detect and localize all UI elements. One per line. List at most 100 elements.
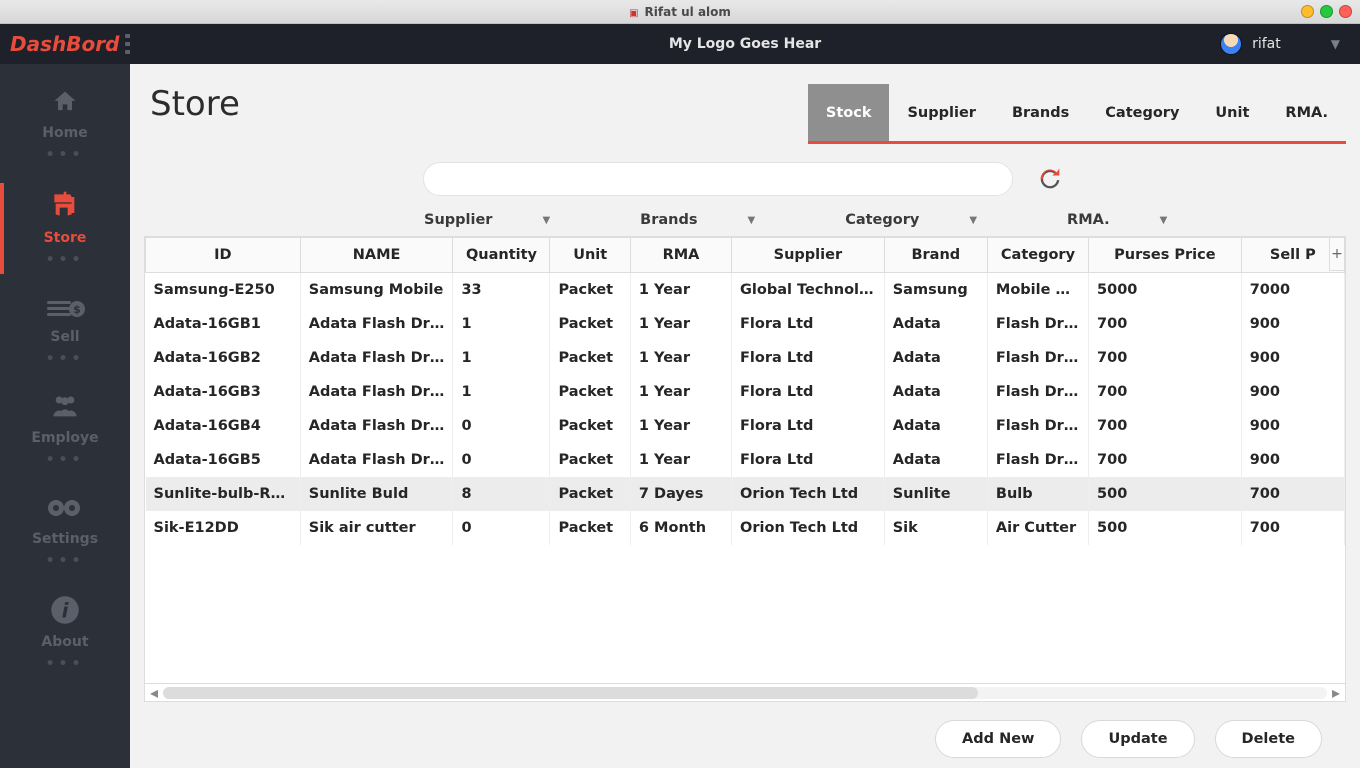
cell-unit: Packet (550, 273, 630, 308)
user-menu[interactable]: rifat ▼ (1220, 33, 1340, 55)
delete-button[interactable]: Delete (1215, 720, 1322, 758)
close-button[interactable] (1339, 5, 1352, 18)
cell-pp: 700 (1089, 443, 1242, 477)
cell-sup: Global Technolog... (732, 273, 885, 308)
chevron-down-icon: ▼ (542, 215, 550, 226)
cell-brand: Adata (884, 341, 987, 375)
cell-brand: Sik (884, 511, 987, 545)
cell-id: Sik-E12DD (146, 511, 301, 545)
table-row[interactable]: Adata-16GB1Adata Flash Driv...1Packet1 Y… (146, 307, 1345, 341)
cell-unit: Packet (550, 511, 630, 545)
cell-cat: Bulb (987, 477, 1088, 511)
cell-sup: Flora Ltd (732, 307, 885, 341)
avatar (1220, 33, 1242, 55)
svg-text:$: $ (73, 303, 81, 316)
filter-category[interactable]: Category▼ (845, 212, 977, 228)
minimize-button[interactable] (1301, 5, 1314, 18)
filter-brands[interactable]: Brands▼ (640, 212, 755, 228)
table-row[interactable]: Adata-16GB4Adata Flash Driv...0Packet1 Y… (146, 409, 1345, 443)
cell-id: Sunlite-bulb-R451 (146, 477, 301, 511)
cell-cat: Flash Drive (987, 375, 1088, 409)
chevron-down-icon: ▼ (1331, 37, 1340, 51)
cell-rma: 1 Year (630, 307, 731, 341)
cell-rma: 1 Year (630, 375, 731, 409)
search-input[interactable] (423, 162, 1013, 196)
cell-qty: 8 (453, 477, 550, 511)
tab-rma[interactable]: RMA. (1267, 84, 1346, 141)
sidebar-item-settings[interactable]: Settings ••• (0, 488, 130, 575)
cell-pp: 700 (1089, 375, 1242, 409)
column-header[interactable]: Quantity (453, 238, 550, 273)
cell-sp: 900 (1241, 307, 1344, 341)
cell-rma: 7 Dayes (630, 477, 731, 511)
cell-rma: 1 Year (630, 443, 731, 477)
horizontal-scrollbar[interactable]: ◂ ▸ (144, 684, 1346, 702)
sidebar-item-sell[interactable]: $ Sell ••• (0, 288, 130, 373)
cell-name: Adata Flash Driv... (300, 307, 453, 341)
tab-brands[interactable]: Brands (994, 84, 1087, 141)
tab-supplier[interactable]: Supplier (889, 84, 993, 141)
tab-unit[interactable]: Unit (1197, 84, 1267, 141)
cell-name: Adata Flash Driv... (300, 341, 453, 375)
table-row[interactable]: Adata-16GB2Adata Flash Driv...1Packet1 Y… (146, 341, 1345, 375)
chevron-down-icon: ▼ (969, 215, 977, 226)
column-header[interactable]: Purses Price (1089, 238, 1242, 273)
sidebar-item-home[interactable]: Home ••• (0, 82, 130, 169)
cell-brand: Sunlite (884, 477, 987, 511)
svg-text:i: i (62, 599, 70, 623)
cell-rma: 1 Year (630, 409, 731, 443)
sidebar-item-label: About (41, 634, 88, 650)
cell-pp: 5000 (1089, 273, 1242, 308)
sidebar-item-about[interactable]: i About ••• (0, 589, 130, 678)
cell-brand: Adata (884, 409, 987, 443)
tab-stock[interactable]: Stock (808, 84, 890, 141)
cell-sp: 900 (1241, 409, 1344, 443)
refresh-button[interactable] (1033, 162, 1067, 196)
column-header[interactable]: RMA (630, 238, 731, 273)
dots-icon: ••• (46, 452, 85, 468)
update-button[interactable]: Update (1081, 720, 1194, 758)
cell-qty: 0 (453, 511, 550, 545)
cell-sp: 7000 (1241, 273, 1344, 308)
sidebar-item-employe[interactable]: Employe ••• (0, 387, 130, 474)
column-header[interactable]: ID (146, 238, 301, 273)
column-header[interactable]: Supplier (732, 238, 885, 273)
cell-id: Adata-16GB5 (146, 443, 301, 477)
cell-id: Adata-16GB4 (146, 409, 301, 443)
scroll-left-icon[interactable]: ◂ (145, 683, 163, 702)
table-row[interactable]: Samsung-E250Samsung Mobile33Packet1 Year… (146, 273, 1345, 308)
cell-pp: 500 (1089, 477, 1242, 511)
cell-unit: Packet (550, 409, 630, 443)
dots-icon: ••• (46, 252, 85, 268)
cell-pp: 700 (1089, 307, 1242, 341)
tab-category[interactable]: Category (1087, 84, 1197, 141)
cell-sup: Orion Tech Ltd (732, 511, 885, 545)
column-header[interactable]: Unit (550, 238, 630, 273)
table-row[interactable]: Adata-16GB5Adata Flash Driv...0Packet1 Y… (146, 443, 1345, 477)
column-header[interactable]: Brand (884, 238, 987, 273)
table-row[interactable]: Adata-16GB3Adata Flash Driv...1Packet1 Y… (146, 375, 1345, 409)
add-column-icon[interactable]: + (1329, 237, 1345, 271)
table-row[interactable]: Sunlite-bulb-R451Sunlite Buld8Packet7 Da… (146, 477, 1345, 511)
table-row[interactable]: Sik-E12DDSik air cutter0Packet6 MonthOri… (146, 511, 1345, 545)
column-header[interactable]: Category (987, 238, 1088, 273)
cell-name: Sunlite Buld (300, 477, 453, 511)
cell-pp: 700 (1089, 341, 1242, 375)
add-new-button[interactable]: Add New (935, 720, 1061, 758)
cell-id: Adata-16GB3 (146, 375, 301, 409)
column-header[interactable]: NAME (300, 238, 453, 273)
cell-cat: Flash Drive (987, 409, 1088, 443)
cell-brand: Adata (884, 307, 987, 341)
settings-icon (45, 494, 85, 527)
cell-qty: 0 (453, 443, 550, 477)
filter-supplier[interactable]: Supplier▼ (424, 212, 550, 228)
filter-rma[interactable]: RMA.▼ (1067, 212, 1167, 228)
maximize-button[interactable] (1320, 5, 1333, 18)
cell-sp: 900 (1241, 375, 1344, 409)
cell-sup: Flora Ltd (732, 443, 885, 477)
cell-sup: Flora Ltd (732, 409, 885, 443)
scroll-right-icon[interactable]: ▸ (1327, 683, 1345, 702)
cell-qty: 1 (453, 375, 550, 409)
sidebar-item-store[interactable]: Store ••• (0, 183, 130, 274)
cell-unit: Packet (550, 443, 630, 477)
